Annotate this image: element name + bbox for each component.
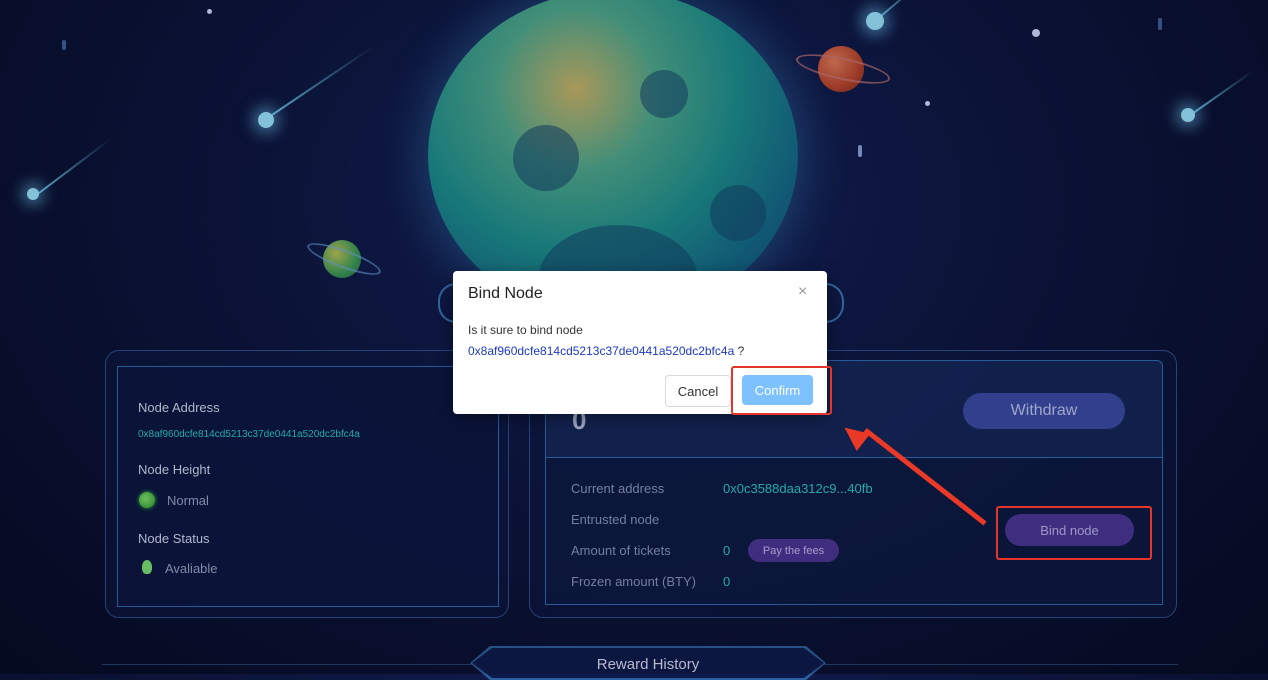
dialog-address-line: 0x8af960dcfe814cd5213c37de0441a520dc2bfc… [468,344,744,358]
dialog-node-address: 0x8af960dcfe814cd5213c37de0441a520dc2bfc… [468,344,735,358]
dialog-title: Bind Node [468,285,543,302]
dialog-message: Is it sure to bind node [468,323,583,337]
cancel-button[interactable]: Cancel [665,375,731,407]
bind-node-highlight-box [996,506,1152,560]
dialog-address-suffix: ? [734,344,745,358]
close-icon[interactable]: × [798,283,807,301]
confirm-highlight-box [731,366,832,415]
